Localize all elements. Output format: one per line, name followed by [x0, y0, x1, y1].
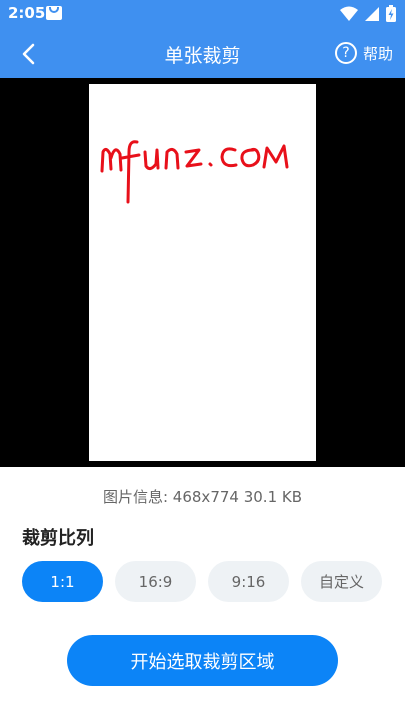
bottom-panel: 图片信息: 468x774 30.1 KB 裁剪比列 1:1 16:9 9:16…	[0, 467, 405, 720]
ratio-custom-button[interactable]: 自定义	[301, 561, 382, 602]
preview-image	[89, 84, 316, 461]
ratio-9-16-button[interactable]: 9:16	[208, 561, 289, 602]
image-preview-area	[0, 78, 405, 467]
status-time: 2:05	[8, 4, 46, 22]
ratio-1-1-button[interactable]: 1:1	[22, 561, 103, 602]
status-icons	[339, 5, 397, 23]
crop-ratio-options: 1:1 16:9 9:16 自定义	[22, 561, 384, 603]
image-info: 图片信息: 468x774 30.1 KB	[102, 488, 303, 506]
battery-icon	[386, 5, 396, 22]
wifi-icon	[339, 6, 358, 21]
ratio-16-9-button[interactable]: 16:9	[115, 561, 196, 602]
nav-bar: 单张裁剪 ? 帮助	[0, 28, 405, 78]
signal-icon	[364, 7, 379, 21]
status-bar: 2:05	[0, 0, 405, 28]
help-icon: ?	[334, 42, 357, 64]
start-crop-button[interactable]: 开始选取裁剪区域	[67, 635, 338, 686]
help-button[interactable]: ? 帮助	[334, 40, 393, 66]
handwriting-drawing	[100, 140, 289, 204]
mail-notification-icon	[46, 6, 62, 20]
crop-ratio-title: 裁剪比列	[22, 528, 94, 549]
help-label: 帮助	[362, 44, 393, 63]
